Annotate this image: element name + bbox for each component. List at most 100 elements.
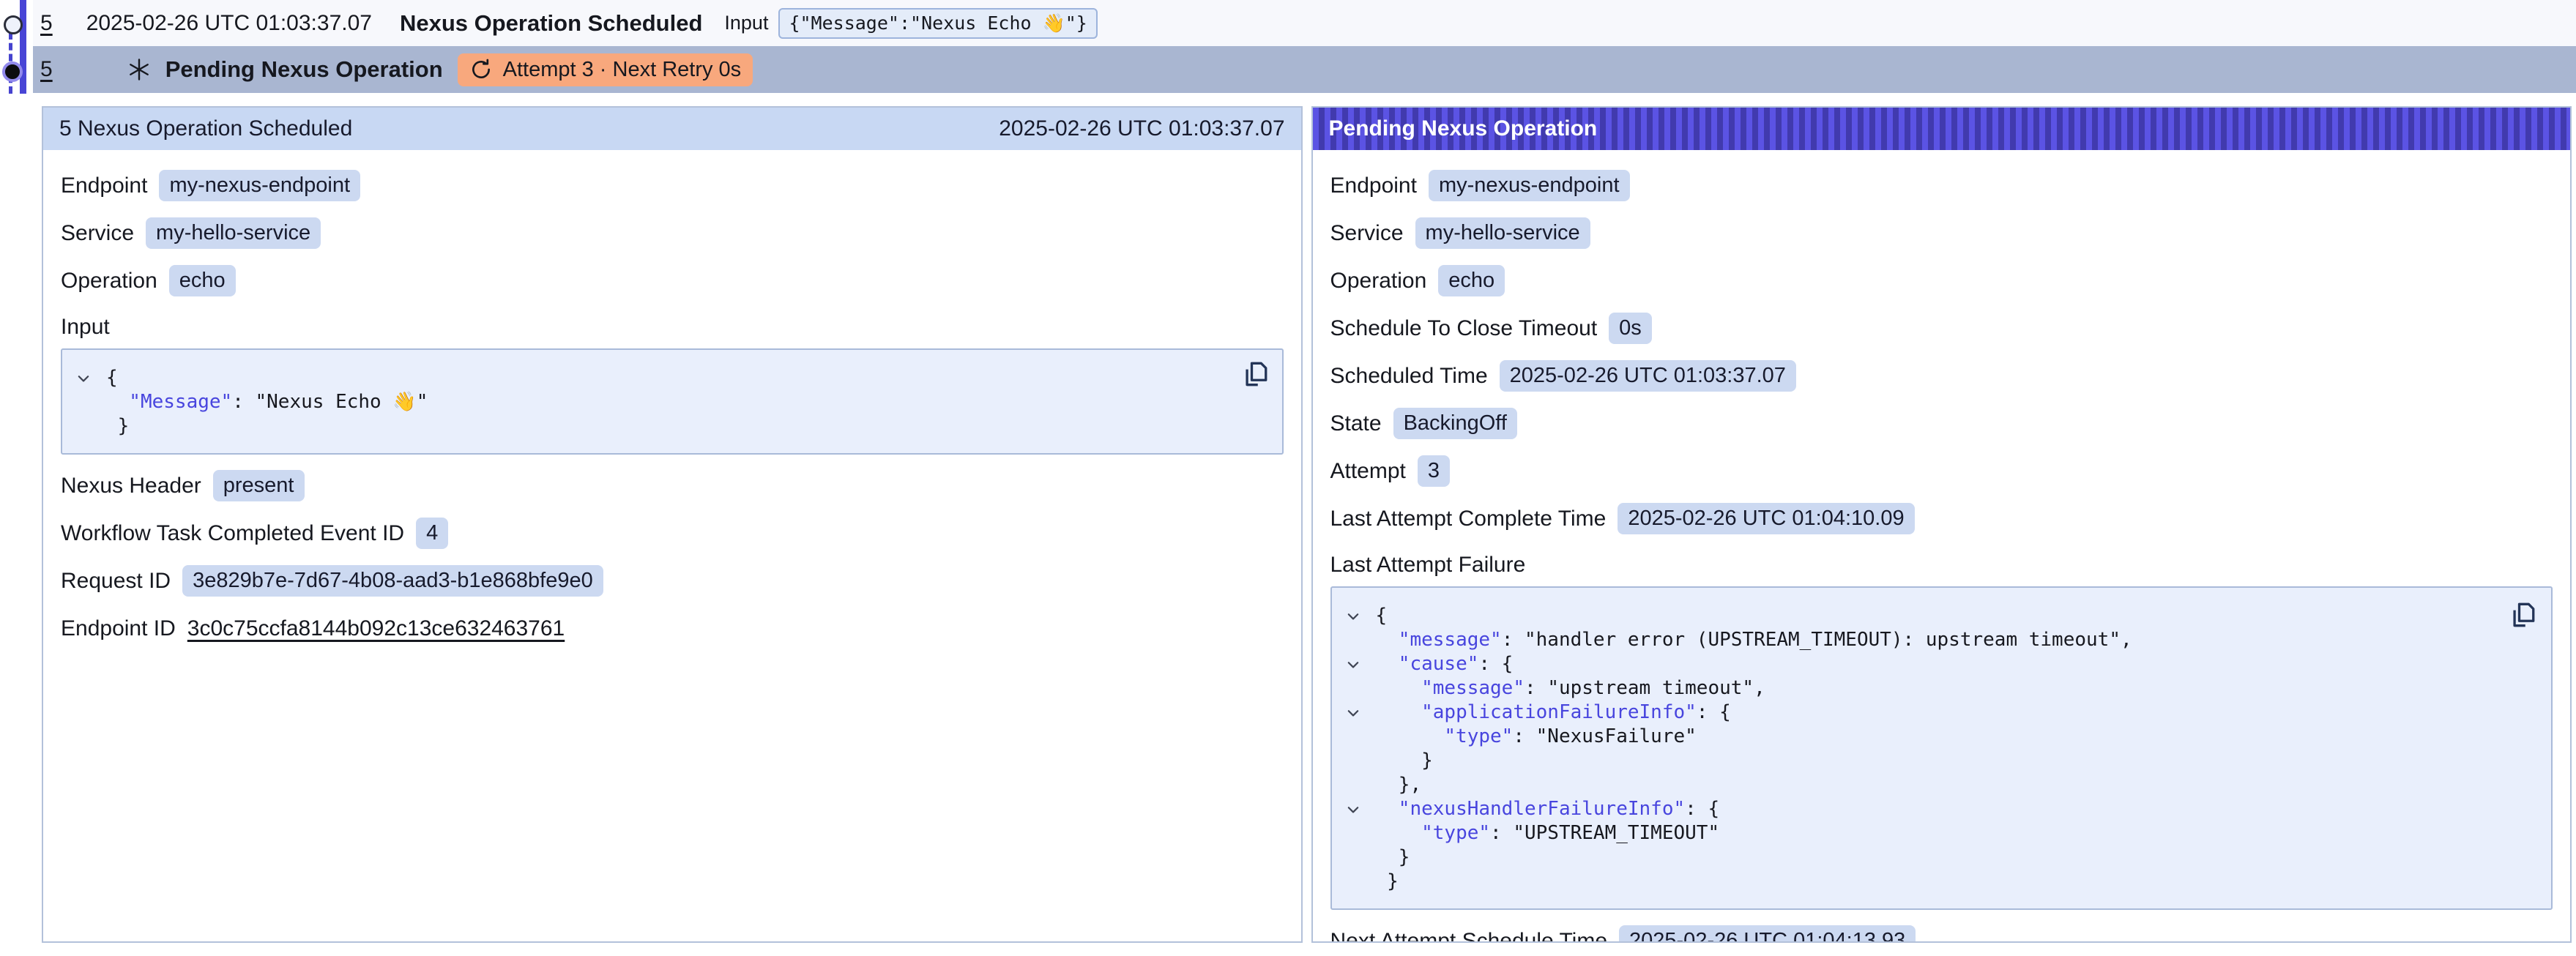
- history-row-pending-operation[interactable]: 5 Pending Nexus Operation Attempt 3 · Ne…: [33, 46, 2576, 93]
- copy-icon: [2507, 599, 2539, 631]
- field-state: State BackingOff: [1330, 407, 2553, 440]
- code-gutter: [1342, 725, 1376, 749]
- code-line-text: "message": "upstream timeout",: [1421, 676, 1765, 701]
- code-line-text: "type": "NexusFailure": [1444, 725, 1696, 749]
- event-summary-header-title: 5 Nexus Operation Scheduled: [59, 116, 352, 141]
- code-gutter: [1342, 628, 1376, 652]
- field-workflow-task-completed-event-id: Workflow Task Completed Event ID 4: [61, 517, 1284, 550]
- field-label: State: [1330, 411, 1382, 436]
- event-summary-header: 5 Nexus Operation Scheduled 2025-02-26 U…: [43, 108, 1301, 150]
- field-value-badge: 3: [1418, 455, 1450, 487]
- code-gutter: [1342, 821, 1376, 845]
- event-summary-header-timestamp: 2025-02-26 UTC 01:03:37.07: [999, 116, 1284, 141]
- field-endpoint: Endpoint my-nexus-endpoint: [61, 169, 1284, 202]
- field-value-badge: my-hello-service: [1415, 217, 1590, 249]
- input-json-code: { "Message": "Nexus Echo 👋"}: [72, 366, 1267, 438]
- field-value-badge: 2025-02-26 UTC 01:04:10.09: [1618, 503, 1914, 534]
- field-operation: Operation echo: [61, 264, 1284, 297]
- pending-asterisk-icon: [126, 56, 152, 83]
- code-gutter: [1342, 749, 1376, 773]
- field-label: Workflow Task Completed Event ID: [61, 521, 404, 546]
- field-scheduled-time: Scheduled Time 2025-02-26 UTC 01:03:37.0…: [1330, 359, 2553, 392]
- field-value-badge: my-nexus-endpoint: [159, 170, 360, 201]
- endpoint-id-link[interactable]: 3c0c75ccfa8144b092c13ce632463761: [187, 616, 565, 641]
- event-title: Nexus Operation Scheduled: [400, 10, 702, 37]
- pending-operation-title: Pending Nexus Operation: [165, 56, 443, 83]
- field-endpoint-id: Endpoint ID 3c0c75ccfa8144b092c13ce63246…: [61, 612, 1284, 645]
- retry-status-badge: Attempt 3 · Next Retry 0s: [458, 53, 753, 86]
- timeline-node-open-icon: [4, 15, 23, 34]
- field-value-badge: 2025-02-26 UTC 01:04:13.93: [1619, 925, 1916, 943]
- copy-button[interactable]: [2506, 598, 2541, 633]
- field-label: Endpoint: [61, 173, 147, 198]
- field-value-badge: my-hello-service: [146, 217, 321, 249]
- code-gutter: [72, 390, 106, 414]
- field-label: Next Attempt Schedule Time: [1330, 929, 1608, 944]
- field-value-badge: 2025-02-26 UTC 01:03:37.07: [1500, 360, 1796, 392]
- code-gutter: [1342, 676, 1376, 701]
- code-line-text: "type": "UPSTREAM_TIMEOUT": [1421, 821, 1719, 845]
- chevron-down-icon[interactable]: [1342, 701, 1376, 725]
- pending-operation-header-title: Pending Nexus Operation: [1329, 116, 1598, 141]
- field-value-badge: 0s: [1609, 313, 1652, 344]
- code-line-text: {: [106, 366, 118, 390]
- field-value-badge: 3e829b7e-7d67-4b08-aad3-b1e868bfe9e0: [182, 565, 603, 597]
- retry-icon: [469, 58, 493, 81]
- field-endpoint: Endpoint my-nexus-endpoint: [1330, 169, 2553, 202]
- field-operation: Operation echo: [1330, 264, 2553, 297]
- code-gutter: [1342, 773, 1376, 797]
- event-input-label: Input: [724, 12, 768, 34]
- field-value-badge: 4: [416, 518, 448, 549]
- failure-json-block: { "message": "handler error (UPSTREAM_TIM…: [1330, 586, 2553, 910]
- copy-button[interactable]: [1238, 357, 1273, 392]
- field-label: Service: [61, 221, 134, 246]
- code-gutter: [1342, 845, 1376, 870]
- field-value-badge: echo: [169, 265, 236, 296]
- failure-block-label: Last Attempt Failure: [1330, 553, 2553, 578]
- retry-badge-label: Attempt 3 · Next Retry 0s: [503, 58, 742, 82]
- history-row-scheduled-event[interactable]: 5 2025-02-26 UTC 01:03:37.07 Nexus Opera…: [33, 0, 2576, 46]
- field-label: Operation: [1330, 269, 1427, 294]
- input-block-label: Input: [61, 315, 1284, 340]
- code-line-text: "nexusHandlerFailureInfo": {: [1399, 797, 1719, 821]
- chevron-down-icon[interactable]: [72, 366, 106, 390]
- code-line-text: "cause": {: [1399, 652, 1514, 676]
- pending-operation-panel: Pending Nexus Operation Endpoint my-nexu…: [1311, 106, 2572, 943]
- field-next-attempt-schedule-time: Next Attempt Schedule Time 2025-02-26 UT…: [1330, 925, 2553, 943]
- chevron-down-icon[interactable]: [1342, 604, 1376, 628]
- failure-json-code: { "message": "handler error (UPSTREAM_TIM…: [1342, 604, 2537, 894]
- code-line-text: }: [118, 414, 130, 438]
- field-label: Endpoint: [1330, 173, 1417, 198]
- pending-operation-header: Pending Nexus Operation: [1313, 108, 2571, 150]
- code-line-text: "message": "handler error (UPSTREAM_TIME…: [1399, 628, 2132, 652]
- event-id-link[interactable]: 5: [40, 57, 53, 82]
- field-service: Service my-hello-service: [1330, 217, 2553, 250]
- code-gutter: [72, 414, 106, 438]
- event-timestamp: 2025-02-26 UTC 01:03:37.07: [86, 11, 372, 36]
- event-summary-panel: 5 Nexus Operation Scheduled 2025-02-26 U…: [42, 106, 1303, 943]
- field-label: Last Attempt Complete Time: [1330, 507, 1607, 531]
- field-label: Schedule To Close Timeout: [1330, 316, 1598, 341]
- code-line-text: "applicationFailureInfo": {: [1421, 701, 1731, 725]
- field-value-badge: present: [213, 470, 305, 501]
- pending-operation-body: Endpoint my-nexus-endpoint Service my-he…: [1313, 150, 2571, 943]
- code-line-text: }: [1421, 749, 1433, 773]
- code-line-text: {: [1376, 604, 1388, 628]
- timeline-node-current-icon: [2, 61, 23, 82]
- code-line-text: }: [1387, 870, 1399, 894]
- code-line-text: },: [1399, 773, 1421, 797]
- field-last-attempt-complete-time: Last Attempt Complete Time 2025-02-26 UT…: [1330, 502, 2553, 535]
- code-line-text: "Message": "Nexus Echo 👋": [129, 390, 428, 414]
- field-value-badge: BackingOff: [1393, 408, 1517, 439]
- event-detail-panels: 5 Nexus Operation Scheduled 2025-02-26 U…: [42, 106, 2572, 943]
- field-label: Service: [1330, 221, 1404, 246]
- field-service: Service my-hello-service: [61, 217, 1284, 250]
- field-label: Nexus Header: [61, 474, 201, 498]
- field-label: Attempt: [1330, 459, 1406, 484]
- event-id-link[interactable]: 5: [40, 11, 53, 36]
- code-line-text: }: [1399, 845, 1410, 870]
- chevron-down-icon[interactable]: [1342, 797, 1376, 821]
- code-gutter: [1342, 870, 1376, 894]
- timeline-active-bar: [20, 0, 26, 94]
- chevron-down-icon[interactable]: [1342, 652, 1376, 676]
